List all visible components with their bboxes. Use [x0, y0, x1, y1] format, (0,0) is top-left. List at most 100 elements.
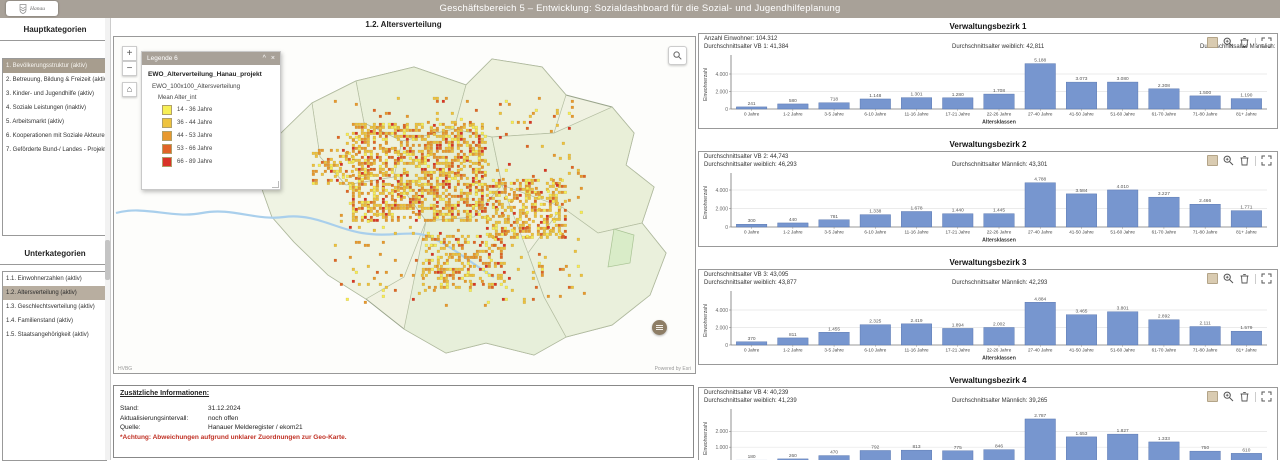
chart-expand-icon[interactable] [1261, 391, 1272, 402]
sidebar-item-main-category[interactable]: 4. Soziale Leistungen (inaktiv) [3, 101, 106, 115]
bar-61-70 Jahre[interactable] [1148, 441, 1180, 460]
bar-1-2 Jahre[interactable] [777, 103, 809, 110]
bar-3-5 Jahre[interactable] [818, 219, 850, 228]
chart-panel[interactable]: Durchschnittsalter VB 3: 43,095 Durchschn… [698, 269, 1278, 365]
bar-51-60 Jahre[interactable] [1107, 311, 1139, 346]
bar-71-80 Jahre[interactable] [1189, 204, 1221, 228]
bar-0 Jahre[interactable] [736, 341, 768, 346]
map-search-button[interactable] [668, 46, 687, 65]
bar-3-5 Jahre[interactable] [818, 332, 850, 346]
sidebar-item-sub-category[interactable]: 1.4. Familienstand (aktiv) [3, 314, 106, 328]
bar-chart[interactable]: 0 2.000 4.000 241 0 Jahre 580 1-2 Jahre 718 3-5 … [701, 51, 1273, 127]
bar-51-60 Jahre[interactable] [1107, 189, 1139, 228]
bar-61-70 Jahre[interactable] [1148, 196, 1180, 228]
sidebar-item-main-category[interactable]: 3. Kinder- und Jugendhilfe (aktiv) [3, 87, 106, 101]
bar-27-40 Jahre[interactable] [1024, 302, 1056, 346]
bar-22-26 Jahre[interactable] [983, 327, 1015, 346]
bar-71-80 Jahre[interactable] [1189, 450, 1221, 460]
bar-0 Jahre[interactable] [736, 106, 768, 110]
chart-delete-icon[interactable] [1239, 273, 1250, 284]
bar-22-26 Jahre[interactable] [983, 449, 1015, 460]
map-layers-button[interactable] [652, 320, 667, 335]
chart-expand-icon[interactable] [1261, 155, 1272, 166]
bar-11-16 Jahre[interactable] [901, 211, 932, 228]
chart-delete-icon[interactable] [1239, 37, 1250, 48]
bar-51-60 Jahre[interactable] [1107, 81, 1139, 110]
bar-6-10 Jahre[interactable] [859, 214, 891, 228]
map-sync-toggle-icon[interactable] [1207, 273, 1218, 284]
bar-27-40 Jahre[interactable] [1024, 418, 1056, 460]
bar-27-40 Jahre[interactable] [1024, 63, 1056, 110]
bar-1-2 Jahre[interactable] [777, 222, 809, 228]
zoom-out-button[interactable]: − [122, 61, 137, 76]
bar-11-16 Jahre[interactable] [901, 323, 932, 346]
bar-41-50 Jahre[interactable] [1066, 193, 1097, 228]
legend-collapse-icon[interactable]: ^ [263, 52, 266, 65]
bar-3-5 Jahre[interactable] [818, 455, 850, 460]
sidebar-item-sub-category[interactable]: 1.2. Altersverteilung (aktiv) [3, 286, 106, 300]
bar-51-60 Jahre[interactable] [1107, 433, 1139, 460]
bar-81+ Jahre[interactable] [1230, 453, 1262, 460]
bar-71-80 Jahre[interactable] [1189, 95, 1221, 110]
bar-11-16 Jahre[interactable] [901, 97, 932, 110]
chart-delete-icon[interactable] [1239, 155, 1250, 166]
bar-81+ Jahre[interactable] [1230, 210, 1262, 228]
map-sync-toggle-icon[interactable] [1207, 37, 1218, 48]
legend-panel[interactable]: Legende 6 ^ × EWO_Alterverteilung_Hanau_… [141, 51, 281, 190]
bar-chart[interactable]: 0 2.000 4.000 300 0 Jahre 440 1-2 Jahre 781 3-5 … [701, 169, 1273, 245]
bar-17-21 Jahre[interactable] [942, 97, 974, 110]
chart-panel[interactable]: Durchschnittsalter VB 4: 40,239 Durchschn… [698, 387, 1278, 460]
bar-41-50 Jahre[interactable] [1066, 436, 1097, 460]
sidebar-item-main-category[interactable]: 1. Bevölkerungsstruktur (aktiv) [3, 59, 106, 73]
sidebar-item-sub-category[interactable]: 1.5. Staatsangehörigkeit (aktiv) [3, 328, 106, 342]
chart-panel[interactable]: Durchschnittsalter VB 2: 44,743 Durchschn… [698, 151, 1278, 247]
sidebar-scrollbar-thumb[interactable] [105, 240, 110, 280]
chart-panel[interactable]: Anzahl Einwohner: 104.312 Durchschnittsal… [698, 33, 1278, 129]
bar-1-2 Jahre[interactable] [777, 337, 809, 346]
bar-0 Jahre[interactable] [736, 224, 768, 228]
bar-17-21 Jahre[interactable] [942, 450, 974, 460]
bar-81+ Jahre[interactable] [1230, 98, 1262, 110]
bar-chart[interactable]: 01.0002.0001800 Jahre2601-2 Jahre4703-5 … [701, 405, 1273, 460]
bar-71-80 Jahre[interactable] [1189, 326, 1221, 346]
bar-41-50 Jahre[interactable] [1066, 81, 1097, 110]
bar-22-26 Jahre[interactable] [983, 93, 1015, 110]
sidebar-item-main-category[interactable]: 6. Kooperationen mit Soziale Akteuren (i… [3, 129, 106, 143]
zoom-in-button[interactable]: + [122, 46, 137, 61]
chart-stat: Durchschnittsalter Männlich: 42,293 [952, 280, 1048, 286]
bar-41-50 Jahre[interactable] [1066, 314, 1097, 346]
map-panel[interactable]: + − ⌂ Legende 6 ^ × EWO_Alterverteilung_… [113, 36, 696, 374]
sidebar-item-sub-category[interactable]: 1.1. Einwohnerzahlen (aktiv) [3, 272, 106, 286]
bar-6-10 Jahre[interactable] [859, 324, 891, 346]
legend-header[interactable]: Legende 6 ^ × [142, 52, 280, 65]
chart-delete-icon[interactable] [1239, 391, 1250, 402]
sidebar-item-main-category[interactable]: 7. Geförderte Bund-/ Landes - Projekte (… [3, 143, 106, 157]
bar-61-70 Jahre[interactable] [1148, 319, 1180, 346]
bar-11-16 Jahre[interactable] [901, 449, 932, 460]
bar-3-5 Jahre[interactable] [818, 102, 850, 110]
sidebar-scrollbar-track[interactable] [105, 18, 110, 460]
legend-close-icon[interactable]: × [271, 52, 275, 65]
chart-zoom-icon[interactable] [1223, 155, 1234, 166]
sidebar-item-main-category[interactable]: 2. Betreuung, Bildung & Freizeit (aktiv) [3, 73, 106, 87]
bar-6-10 Jahre[interactable] [859, 98, 891, 110]
chart-zoom-icon[interactable] [1223, 37, 1234, 48]
map-sync-toggle-icon[interactable] [1207, 155, 1218, 166]
sidebar-item-main-category[interactable]: 5. Arbeitsmarkt (aktiv) [3, 115, 106, 129]
chart-expand-icon[interactable] [1261, 273, 1272, 284]
chart-zoom-icon[interactable] [1223, 273, 1234, 284]
home-extent-button[interactable]: ⌂ [122, 82, 137, 97]
bar-17-21 Jahre[interactable] [942, 328, 974, 346]
chart-expand-icon[interactable] [1261, 37, 1272, 48]
map-sync-toggle-icon[interactable] [1207, 391, 1218, 402]
chart-zoom-icon[interactable] [1223, 391, 1234, 402]
sidebar-item-sub-category[interactable]: 1.3. Geschlechtsverteilung (aktiv) [3, 300, 106, 314]
bar-6-10 Jahre[interactable] [859, 450, 891, 460]
bar-27-40 Jahre[interactable] [1024, 182, 1056, 228]
bar-17-21 Jahre[interactable] [942, 213, 974, 228]
legend-resize-handle[interactable] [272, 181, 279, 188]
bar-22-26 Jahre[interactable] [983, 213, 1015, 228]
bar-chart[interactable]: 0 2.000 4.000 370 0 Jahre 811 1-2 Jahre 1.455 3-… [701, 287, 1273, 363]
bar-81+ Jahre[interactable] [1230, 330, 1262, 346]
bar-61-70 Jahre[interactable] [1148, 88, 1180, 110]
